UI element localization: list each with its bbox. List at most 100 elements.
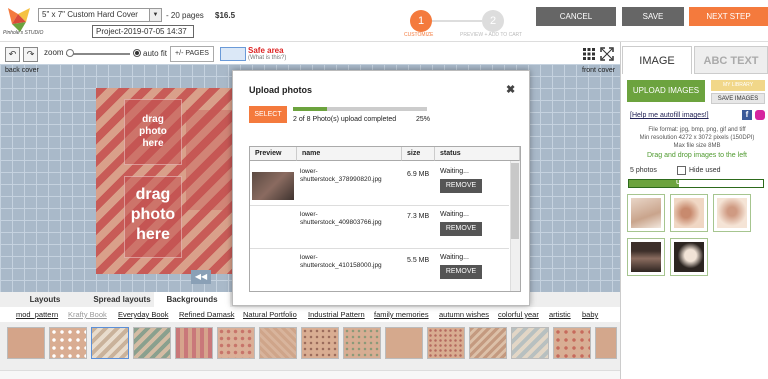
- baby-photo-image: [674, 242, 704, 272]
- upload-images-button[interactable]: UPLOAD IMAGES: [627, 80, 705, 102]
- next-step-button[interactable]: NEXT STEP: [689, 7, 768, 26]
- uploaded-photo-thumbnail[interactable]: [670, 194, 708, 232]
- dialog-title: Upload photos: [249, 85, 312, 95]
- autofit-radio[interactable]: [133, 49, 141, 57]
- cancel-button[interactable]: CANCEL: [536, 7, 616, 26]
- category-link[interactable]: Everyday Book: [118, 310, 168, 319]
- category-link[interactable]: Industrial Pattern: [308, 310, 365, 319]
- step-customize-label: CUSTOMIZE: [404, 32, 434, 38]
- previous-page-icon[interactable]: ◀◀: [191, 270, 211, 284]
- category-link[interactable]: Refined Damask: [179, 310, 234, 319]
- category-link[interactable]: Natural Portfolio: [243, 310, 297, 319]
- safe-area-title: Safe area: [248, 46, 284, 55]
- photo-placeholder[interactable]: drag photo here: [124, 176, 182, 258]
- tab-layouts[interactable]: Layouts: [0, 292, 90, 307]
- save-images-button[interactable]: SAVE IMAGES: [711, 93, 765, 104]
- file-preview-thumbnail: [252, 172, 294, 200]
- background-thumbnail[interactable]: [385, 327, 423, 359]
- uploaded-photo-thumbnail[interactable]: [713, 194, 751, 232]
- step-customize-indicator[interactable]: 1: [410, 10, 432, 32]
- facebook-icon[interactable]: f: [742, 110, 752, 120]
- background-thumbnail[interactable]: [91, 327, 129, 359]
- zoom-slider[interactable]: [66, 53, 130, 55]
- page-count: - 20 pages: [166, 11, 204, 20]
- redo-icon[interactable]: ↷: [23, 47, 38, 62]
- category-link[interactable]: family memories: [374, 310, 429, 319]
- zoom-label: zoom: [44, 48, 64, 57]
- safe-area-swatch: [220, 47, 246, 61]
- category-link[interactable]: artistic: [549, 310, 571, 319]
- file-name-line: shutterstock_409803766.jpg: [300, 219, 382, 226]
- background-thumbnail[interactable]: [7, 327, 45, 359]
- product-select-value: 5" x 7" Custom Hard Cover: [42, 10, 138, 19]
- chevron-down-icon[interactable]: ▼: [149, 9, 161, 21]
- safe-area-help-link[interactable]: (What is this?): [248, 55, 286, 61]
- background-thumbnail[interactable]: [301, 327, 339, 359]
- background-thumbnail[interactable]: [49, 327, 87, 359]
- uploaded-photo-thumbnail[interactable]: [670, 238, 708, 276]
- row-divider: [250, 248, 509, 249]
- step-preview-indicator[interactable]: 2: [482, 10, 504, 32]
- uploaded-photo-thumbnail[interactable]: [627, 238, 665, 276]
- file-name: lower- shutterstock_378990820.jpg: [300, 168, 400, 184]
- horizontal-scrollbar[interactable]: [0, 370, 620, 379]
- background-thumbnail[interactable]: [259, 327, 297, 359]
- background-thumbnail[interactable]: [175, 327, 213, 359]
- front-cover-label: front cover: [582, 67, 616, 74]
- remove-file-button[interactable]: REMOVE: [440, 222, 482, 236]
- autofill-help-link[interactable]: [Help me autofill images!]: [630, 112, 709, 119]
- background-thumbnail[interactable]: [217, 327, 255, 359]
- file-name-line: lower-: [300, 211, 318, 218]
- background-thumbnail[interactable]: [469, 327, 507, 359]
- background-thumbnail[interactable]: [133, 327, 171, 359]
- grid-icon[interactable]: [582, 47, 596, 61]
- tab-text[interactable]: ABC TEXT: [694, 46, 768, 74]
- background-thumbnail[interactable]: [595, 327, 617, 359]
- product-select[interactable]: 5" x 7" Custom Hard Cover ▼: [38, 8, 162, 22]
- background-thumbnail[interactable]: [511, 327, 549, 359]
- file-name-line: lower-: [300, 254, 318, 261]
- file-status: Waiting...: [440, 211, 469, 218]
- table-scrollbar-thumb[interactable]: [511, 163, 519, 239]
- column-header-status: status: [435, 147, 520, 161]
- project-name-field[interactable]: Project-2019-07-05 14:37: [92, 25, 194, 38]
- placeholder-text: drag: [135, 186, 171, 203]
- background-thumbnail[interactable]: [553, 327, 591, 359]
- baby-photo-image: [674, 198, 704, 228]
- category-link[interactable]: baby: [582, 310, 598, 319]
- my-library-button[interactable]: MY LIBRARY: [711, 80, 765, 91]
- category-link[interactable]: colorful year: [498, 310, 539, 319]
- remove-file-button[interactable]: REMOVE: [440, 179, 482, 193]
- info-text: File format: jpg, bmp, png, gif and tiff: [648, 127, 746, 133]
- placeholder-text: photo: [130, 206, 176, 223]
- background-thumbnail[interactable]: [343, 327, 381, 359]
- file-status: Waiting...: [440, 168, 469, 175]
- uploaded-photo-thumbnail[interactable]: [627, 194, 665, 232]
- placeholder-text: drag: [142, 114, 164, 125]
- remove-file-button[interactable]: REMOVE: [440, 265, 482, 279]
- category-link[interactable]: mod_pattern: [16, 310, 58, 319]
- fullscreen-icon[interactable]: [600, 47, 614, 61]
- close-icon[interactable]: ✖: [506, 83, 515, 96]
- column-header-name: name: [297, 147, 402, 161]
- file-size: 6.9 MB: [407, 171, 430, 178]
- baby-photo-image: [717, 198, 747, 228]
- zoom-slider-handle[interactable]: [66, 49, 74, 57]
- save-button[interactable]: SAVE: [622, 7, 684, 26]
- file-size: 5.5 MB: [407, 257, 430, 264]
- tab-spread-layouts[interactable]: Spread layouts: [90, 292, 154, 307]
- photo-placeholder[interactable]: [186, 110, 232, 210]
- placeholder-text: photo: [139, 126, 167, 137]
- category-link[interactable]: Krafty Book: [68, 310, 107, 319]
- select-files-button[interactable]: SELECT: [249, 106, 287, 123]
- file-size: 7.3 MB: [407, 213, 430, 220]
- add-remove-pages-button[interactable]: +/- PAGES: [170, 46, 214, 62]
- instagram-icon[interactable]: [755, 110, 765, 120]
- background-thumbnail[interactable]: [427, 327, 465, 359]
- hide-used-checkbox[interactable]: [677, 166, 686, 175]
- undo-icon[interactable]: ↶: [5, 47, 20, 62]
- tab-image[interactable]: IMAGE: [622, 46, 692, 74]
- category-link[interactable]: autumn wishes: [439, 310, 489, 319]
- photo-placeholder[interactable]: drag photo here: [124, 99, 182, 165]
- tab-backgrounds[interactable]: Backgrounds: [154, 292, 230, 307]
